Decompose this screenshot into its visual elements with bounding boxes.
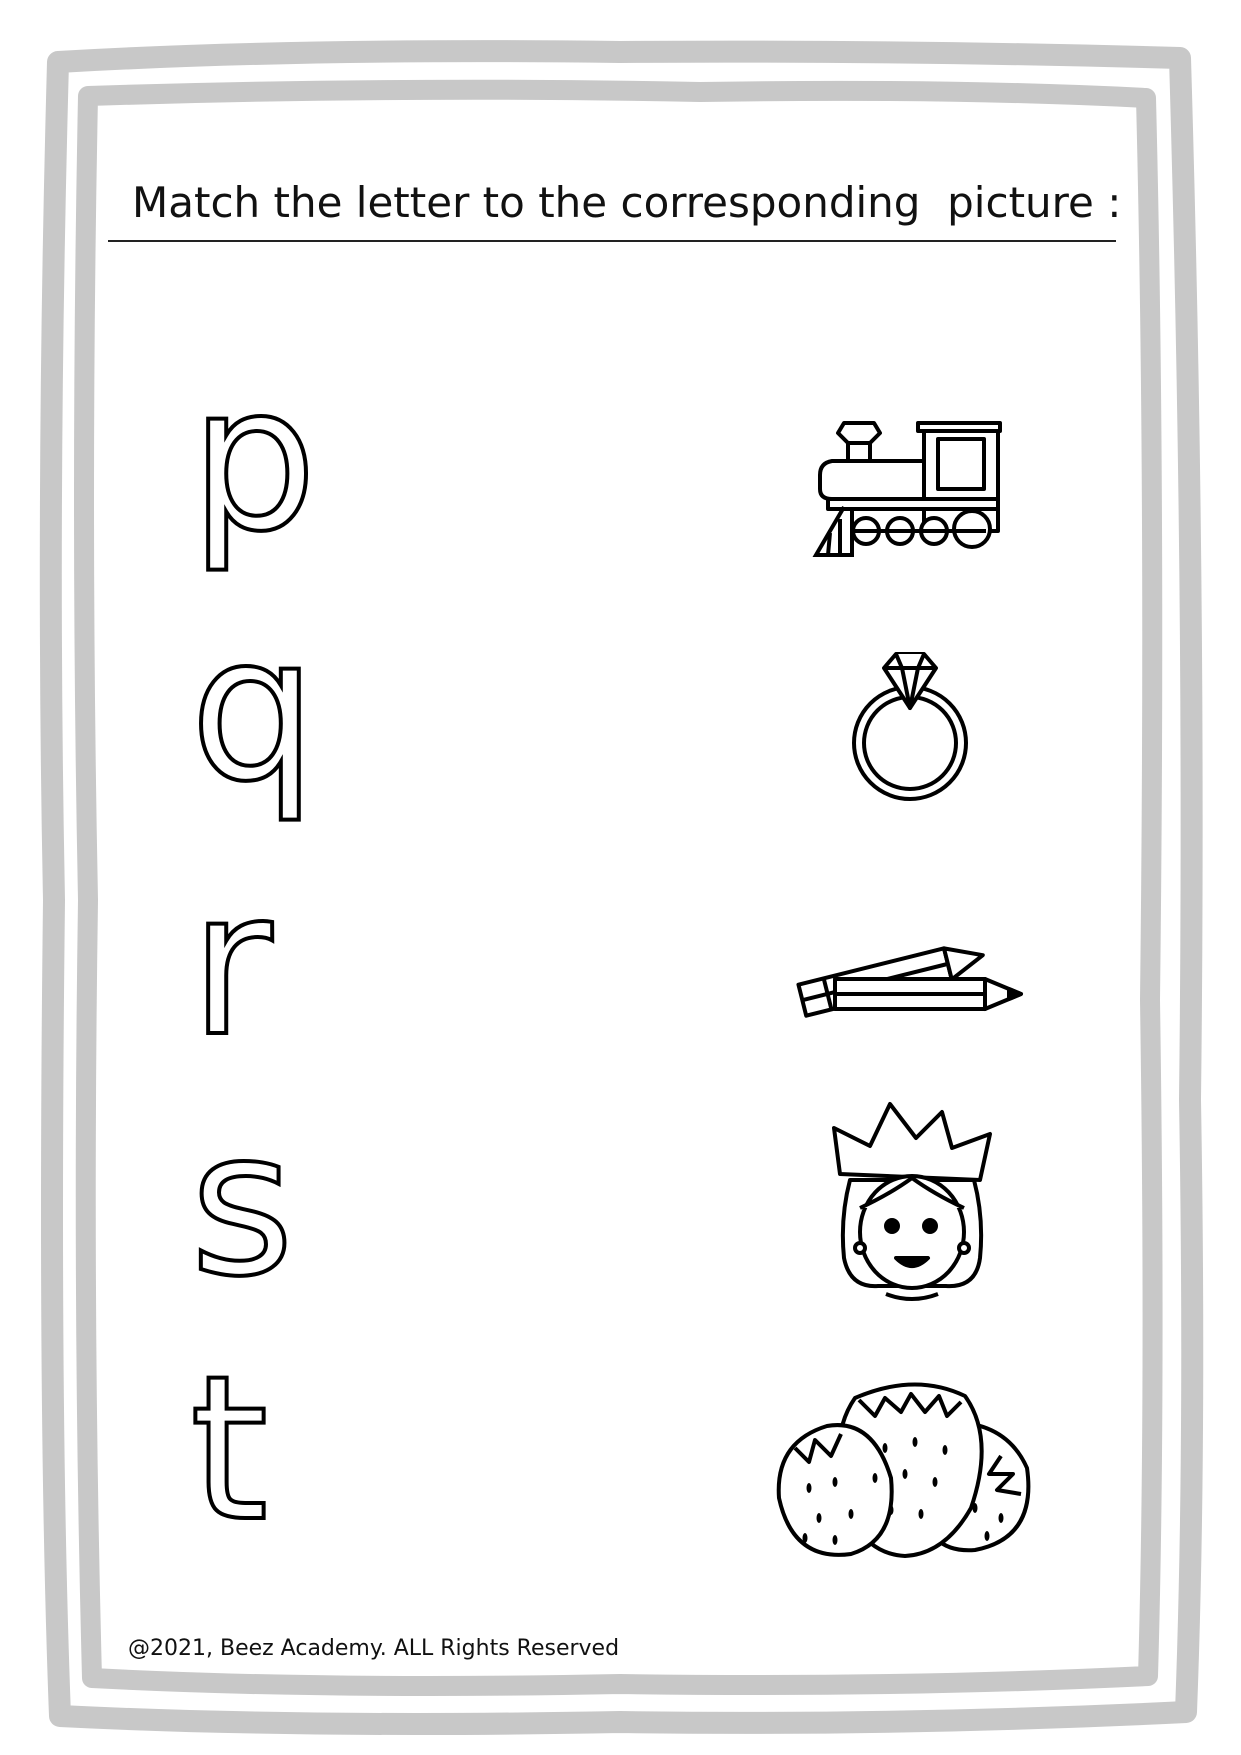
queen-icon (832, 1102, 992, 1301)
letter-p: p (188, 343, 319, 576)
letter-t: t (188, 1333, 270, 1566)
title-underline (108, 240, 1116, 242)
ring-icon (852, 652, 968, 801)
worksheet-title: Match the letter to the corresponding pi… (132, 178, 1122, 227)
letter-r: r (188, 848, 274, 1081)
pencils-icon (796, 946, 1023, 1018)
letter-q: q (188, 593, 319, 826)
worksheet-border (39, 40, 1204, 1735)
letter-s: s (188, 1088, 296, 1321)
strawberries-icon (776, 1382, 1031, 1558)
copyright-footer: @2021, Beez Academy. ALL Rights Reserved (128, 1636, 620, 1661)
train-icon (812, 421, 1002, 557)
